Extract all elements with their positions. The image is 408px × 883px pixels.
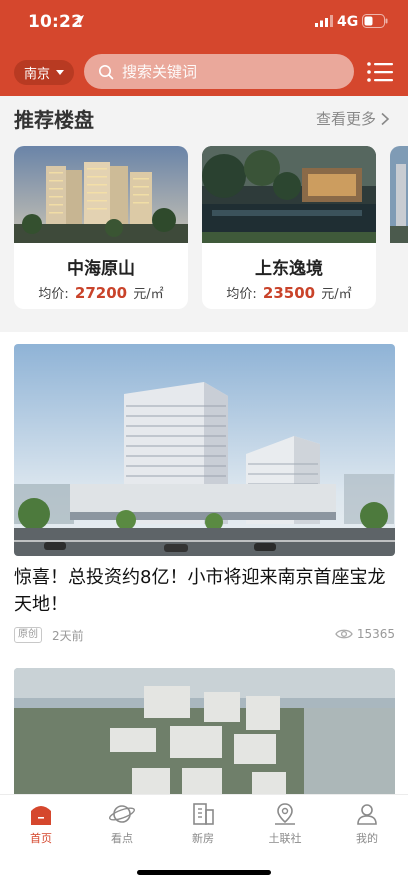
search-icon: [99, 64, 114, 79]
property-image: [14, 146, 188, 243]
tab-highlights[interactable]: 看点: [92, 801, 152, 849]
planet-icon: [109, 805, 135, 823]
menu-icon[interactable]: [366, 60, 394, 84]
tab-new-homes[interactable]: 新房: [173, 801, 233, 849]
signal-icon: [315, 15, 333, 27]
network-type: 4G: [337, 14, 359, 30]
tab-label: 新房: [192, 832, 214, 845]
view-count: 15365: [335, 627, 395, 641]
building-icon: [193, 803, 214, 825]
search-input[interactable]: 搜索关键词: [84, 54, 354, 89]
home-icon: [31, 806, 51, 825]
user-icon: [357, 804, 377, 825]
city-selector[interactable]: 南京: [14, 60, 74, 85]
property-name: 上东逸境: [255, 259, 323, 279]
price-value: 23500: [262, 284, 316, 302]
tab-label: 首页: [30, 832, 52, 845]
price-label: 均价:: [226, 287, 257, 302]
price-value: 27200: [74, 284, 128, 302]
article-meta: 原创 2天前 15365: [14, 626, 395, 644]
app-header: 10:22 4G 南京 搜索关键词: [0, 0, 408, 96]
price-unit: 元/㎡: [321, 287, 352, 302]
chevron-right-icon: [381, 112, 390, 125]
property-name: 中海原山: [67, 259, 135, 279]
property-card[interactable]: 上东逸境 均价: 23500 元/㎡: [202, 146, 376, 309]
search-placeholder: 搜索关键词: [122, 63, 198, 81]
city-label: 南京: [23, 67, 50, 82]
tab-label: 我的: [356, 832, 378, 845]
view-more-label: 查看更多: [316, 110, 377, 128]
eye-icon: [335, 629, 353, 639]
property-image: [202, 146, 376, 243]
property-image[interactable]: [390, 146, 408, 243]
tab-label: 土联社: [268, 832, 302, 845]
article-image[interactable]: [14, 344, 395, 556]
tab-mine[interactable]: 我的: [337, 801, 397, 849]
recommended-section: 推荐楼盘 查看更多 中海原山 均价: 27200 元/㎡ 上东逸境 均价: 23…: [0, 96, 408, 332]
price-label: 均价:: [38, 287, 69, 302]
view-more-link[interactable]: 查看更多: [316, 108, 390, 129]
property-price: 均价: 27200 元/㎡: [14, 283, 188, 302]
original-tag: 原创: [14, 627, 42, 643]
property-card[interactable]: 中海原山 均价: 27200 元/㎡: [14, 146, 188, 309]
article-title[interactable]: 惊喜！总投资约8亿！小市将迎来南京首座宝龙天地！: [14, 564, 395, 618]
tab-community[interactable]: 土联社: [255, 801, 315, 849]
article-image[interactable]: [14, 668, 395, 794]
property-price: 均价: 23500 元/㎡: [202, 283, 376, 302]
view-count-value: 15365: [356, 627, 395, 641]
home-indicator: [137, 870, 271, 875]
tab-label: 看点: [111, 832, 133, 845]
section-title: 推荐楼盘: [14, 108, 94, 132]
battery-icon: [362, 14, 388, 28]
caret-down-icon: [56, 70, 64, 75]
article-time: 2天前: [52, 629, 84, 643]
price-unit: 元/㎡: [133, 287, 164, 302]
location-arrow-icon: [74, 15, 84, 25]
status-bar: 10:22 4G: [0, 0, 408, 44]
location-icon: [275, 803, 295, 825]
tab-home[interactable]: 首页: [11, 801, 71, 849]
